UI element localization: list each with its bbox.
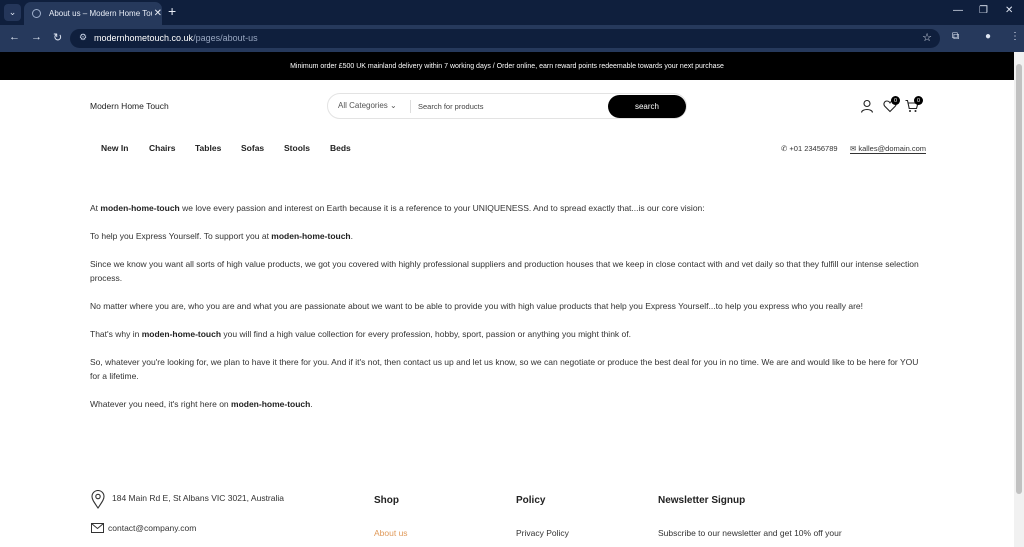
tab-title: About us – Modern Home Touc bbox=[49, 9, 152, 18]
location-pin-icon bbox=[91, 490, 105, 509]
about-content: At moden-home-touch we love every passio… bbox=[90, 201, 925, 425]
footer-link-privacy-policy[interactable]: Privacy Policy bbox=[516, 528, 569, 538]
search-bar: All Categories ⌄ search bbox=[327, 93, 687, 119]
category-select[interactable]: All Categories ⌄ bbox=[338, 101, 397, 110]
forward-icon[interactable]: → bbox=[31, 31, 42, 43]
cart-count-badge: 0 bbox=[914, 96, 923, 105]
nav-item-tables[interactable]: Tables bbox=[195, 143, 221, 153]
announcement-bar: Minimum order £500 UK mainland delivery … bbox=[0, 52, 1014, 80]
footer-shop-heading: Shop bbox=[374, 495, 399, 506]
url-text: modernhometouch.co.uk/pages/about-us bbox=[94, 33, 258, 43]
account-icon[interactable] bbox=[860, 99, 874, 113]
email-contact[interactable]: ✉ kalles@domain.com bbox=[850, 144, 927, 154]
nav-item-new-in[interactable]: New In bbox=[101, 143, 128, 153]
browser-tab[interactable]: About us – Modern Home Touc ✕ bbox=[24, 2, 162, 25]
chevron-down-icon: ⌄ bbox=[390, 101, 397, 110]
paragraph: Whatever you need, it's right here on mo… bbox=[90, 399, 313, 409]
bookmark-star-icon[interactable]: ☆ bbox=[922, 31, 932, 44]
footer-email[interactable]: contact@company.com bbox=[108, 523, 196, 533]
scrollbar-thumb[interactable] bbox=[1016, 64, 1022, 494]
site-info-icon[interactable]: ⚙ bbox=[79, 32, 87, 43]
paragraph: No matter where you are, who you are and… bbox=[90, 301, 864, 311]
new-tab-icon[interactable]: + bbox=[168, 3, 176, 19]
paragraph: Since we know you want all sorts of high… bbox=[90, 259, 919, 283]
phone-contact[interactable]: ✆ +01 23456789 bbox=[781, 144, 838, 153]
search-button[interactable]: search bbox=[608, 95, 686, 118]
browser-tab-bar: ⌄ About us – Modern Home Touc ✕ + — ❐ ✕ bbox=[0, 0, 1024, 25]
address-bar[interactable]: ⚙ modernhometouch.co.uk/pages/about-us ☆ bbox=[70, 29, 940, 48]
footer-link-about-us[interactable]: About us bbox=[374, 528, 408, 538]
paragraph: At moden-home-touch we love every passio… bbox=[90, 203, 705, 213]
nav-item-chairs[interactable]: Chairs bbox=[149, 143, 175, 153]
divider bbox=[410, 100, 411, 113]
envelope-icon bbox=[91, 523, 104, 533]
browser-toolbar: ← → ↻ ⚙ modernhometouch.co.uk/pages/abou… bbox=[0, 25, 1024, 52]
more-menu-icon[interactable]: ⋮ bbox=[1010, 31, 1020, 42]
paragraph: That's why in moden-home-touch you will … bbox=[90, 329, 631, 339]
phone-icon: ✆ bbox=[781, 144, 788, 153]
minimize-icon[interactable]: — bbox=[953, 5, 963, 16]
close-window-icon[interactable]: ✕ bbox=[1005, 5, 1013, 16]
paragraph: So, whatever you're looking for, we plan… bbox=[90, 357, 919, 381]
reload-icon[interactable]: ↻ bbox=[53, 31, 62, 44]
close-tab-icon[interactable]: ✕ bbox=[154, 8, 162, 19]
search-input[interactable] bbox=[418, 98, 598, 114]
wishlist-count-badge: 0 bbox=[891, 96, 900, 105]
extensions-icon[interactable]: ⧉ bbox=[952, 31, 959, 42]
footer-policy-heading: Policy bbox=[516, 495, 546, 506]
page-scrollbar[interactable] bbox=[1014, 52, 1024, 547]
nav-item-beds[interactable]: Beds bbox=[330, 143, 351, 153]
globe-icon bbox=[32, 9, 41, 18]
nav-item-sofas[interactable]: Sofas bbox=[241, 143, 264, 153]
back-icon[interactable]: ← bbox=[9, 31, 20, 43]
site-logo[interactable]: Modern Home Touch bbox=[90, 101, 169, 111]
footer-newsletter-heading: Newsletter Signup bbox=[658, 495, 746, 506]
restore-icon[interactable]: ❐ bbox=[979, 5, 988, 16]
profile-icon[interactable]: ● bbox=[985, 31, 991, 42]
footer-address: 184 Main Rd E, St Albans VIC 3021, Austr… bbox=[112, 493, 284, 503]
tab-search-icon[interactable]: ⌄ bbox=[4, 4, 21, 21]
nav-item-stools[interactable]: Stools bbox=[284, 143, 310, 153]
mail-icon: ✉ bbox=[850, 144, 857, 153]
footer-newsletter-text: Subscribe to our newsletter and get 10% … bbox=[658, 528, 842, 538]
paragraph: To help you Express Yourself. To support… bbox=[90, 231, 353, 241]
